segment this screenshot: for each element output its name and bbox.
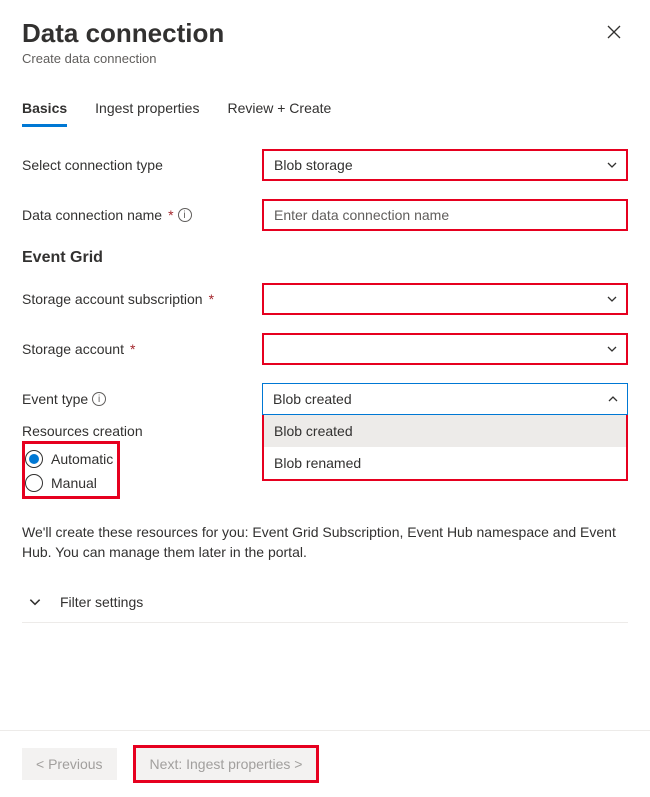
- event-type-option-blob-renamed[interactable]: Blob renamed: [264, 447, 626, 479]
- event-type-value: Blob created: [273, 391, 352, 407]
- subscription-label: Storage account subscription: [22, 291, 203, 307]
- event-type-option-blob-created[interactable]: Blob created: [264, 415, 626, 447]
- page-title: Data connection: [22, 18, 628, 49]
- event-type-label: Event type: [22, 391, 88, 407]
- filter-settings-toggle[interactable]: Filter settings: [22, 582, 628, 623]
- tabs: Basics Ingest properties Review + Create: [22, 94, 628, 127]
- event-type-dropdown: Blob created Blob renamed: [262, 415, 628, 481]
- close-icon: [607, 25, 621, 39]
- footer: < Previous Next: Ingest properties >: [0, 730, 650, 797]
- storage-account-select[interactable]: [262, 333, 628, 365]
- filter-settings-label: Filter settings: [60, 594, 143, 610]
- radio-automatic-label: Automatic: [51, 451, 113, 467]
- connection-name-placeholder: Enter data connection name: [274, 207, 449, 223]
- radio-icon: [25, 450, 43, 468]
- radio-manual-label: Manual: [51, 475, 97, 491]
- chevron-up-icon: [607, 393, 619, 405]
- required-indicator: *: [130, 341, 135, 357]
- radio-icon: [25, 474, 43, 492]
- event-grid-heading: Event Grid: [22, 249, 628, 267]
- connection-type-select[interactable]: Blob storage: [262, 149, 628, 181]
- connection-type-label: Select connection type: [22, 157, 262, 173]
- resources-description: We'll create these resources for you: Ev…: [22, 523, 628, 562]
- storage-account-label: Storage account: [22, 341, 124, 357]
- tab-basics[interactable]: Basics: [22, 94, 67, 127]
- info-icon[interactable]: i: [92, 392, 106, 406]
- chevron-down-icon: [606, 293, 618, 305]
- connection-type-value: Blob storage: [274, 157, 353, 173]
- tab-ingest-properties[interactable]: Ingest properties: [95, 94, 199, 127]
- page-subtitle: Create data connection: [22, 51, 628, 66]
- event-type-select[interactable]: Blob created: [262, 383, 628, 415]
- required-indicator: *: [168, 207, 173, 223]
- chevron-down-icon: [606, 343, 618, 355]
- chevron-down-icon: [606, 159, 618, 171]
- info-icon[interactable]: i: [178, 208, 192, 222]
- resources-creation-radios: Automatic Manual: [22, 441, 120, 499]
- radio-manual[interactable]: Manual: [25, 474, 113, 492]
- previous-button[interactable]: < Previous: [22, 748, 117, 780]
- resources-creation-label: Resources creation: [22, 423, 262, 439]
- close-button[interactable]: [604, 22, 624, 42]
- connection-name-label: Data connection name: [22, 207, 162, 223]
- tab-review-create[interactable]: Review + Create: [227, 94, 331, 127]
- connection-name-input[interactable]: Enter data connection name: [262, 199, 628, 231]
- radio-automatic[interactable]: Automatic: [25, 450, 113, 468]
- next-button[interactable]: Next: Ingest properties >: [136, 748, 317, 780]
- required-indicator: *: [209, 291, 214, 307]
- subscription-select[interactable]: [262, 283, 628, 315]
- chevron-down-icon: [28, 595, 42, 609]
